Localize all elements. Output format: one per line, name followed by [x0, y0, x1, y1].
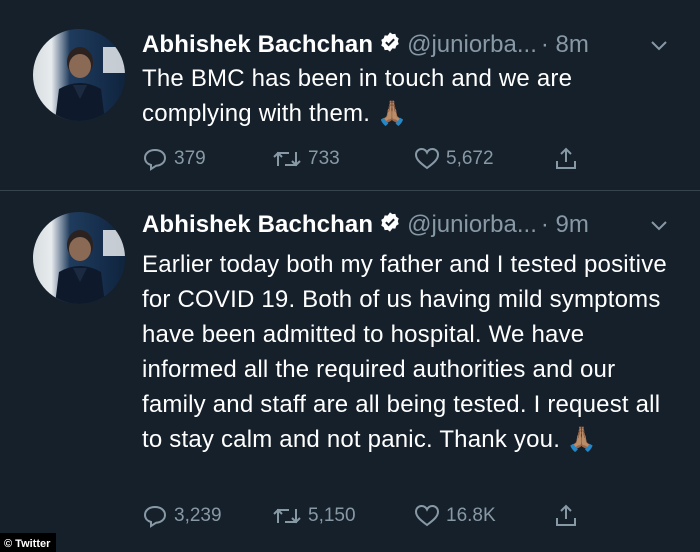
- reply-icon: [143, 505, 167, 528]
- author-name[interactable]: Abhishek Bachchan: [142, 31, 373, 59]
- avatar[interactable]: [33, 212, 125, 304]
- tweet[interactable]: Abhishek Bachchan @juniorba... · 9m Earl…: [0, 191, 700, 546]
- tweet-text: The BMC has been in touch and we are com…: [142, 65, 573, 127]
- like-button[interactable]: 16.8K: [414, 504, 496, 528]
- chevron-down-icon[interactable]: [650, 31, 668, 59]
- share-icon: [556, 504, 576, 526]
- avatar-image: [55, 230, 125, 304]
- tweet-actions: 3,239 5,150 16.8K: [142, 501, 592, 531]
- avatar[interactable]: [33, 29, 125, 121]
- tweet-header: Abhishek Bachchan @juniorba... · 8m: [142, 30, 668, 60]
- author-handle[interactable]: @juniorba...: [407, 211, 537, 239]
- author-handle[interactable]: @juniorba...: [407, 31, 537, 59]
- retweet-count: 5,150: [308, 505, 356, 526]
- share-button[interactable]: [554, 146, 578, 172]
- verified-badge-icon: [379, 211, 401, 240]
- reply-button[interactable]: 379: [142, 147, 206, 171]
- reply-button[interactable]: 3,239: [142, 504, 222, 528]
- reply-count: 3,239: [174, 505, 222, 526]
- share-icon: [556, 147, 576, 169]
- like-count: 5,672: [446, 148, 494, 169]
- tweet-actions: 379 733 5,672: [142, 144, 592, 174]
- author-name[interactable]: Abhishek Bachchan: [142, 211, 373, 239]
- retweet-button[interactable]: 5,150: [272, 505, 356, 527]
- tweet-header: Abhishek Bachchan @juniorba... · 9m: [142, 210, 668, 240]
- timestamp[interactable]: · 8m: [541, 31, 589, 59]
- tweet-text: Earlier today both my father and I teste…: [142, 251, 667, 453]
- retweet-button[interactable]: 733: [272, 148, 340, 170]
- chevron-down-icon[interactable]: [650, 211, 668, 239]
- share-button[interactable]: [554, 503, 578, 529]
- image-credit: © Twitter: [0, 533, 57, 552]
- retweet-icon: [273, 151, 301, 167]
- like-icon: [414, 504, 440, 527]
- retweet-icon: [273, 508, 301, 524]
- like-icon: [414, 147, 440, 170]
- reply-icon: [143, 148, 167, 171]
- reply-count: 379: [174, 148, 206, 169]
- verified-badge-icon: [379, 31, 401, 60]
- like-count: 16.8K: [446, 505, 496, 526]
- tweet[interactable]: Abhishek Bachchan @juniorba... · 8m The …: [0, 0, 700, 191]
- timestamp[interactable]: · 9m: [541, 211, 589, 239]
- avatar-image: [55, 47, 125, 121]
- like-button[interactable]: 5,672: [414, 147, 494, 171]
- retweet-count: 733: [308, 148, 340, 169]
